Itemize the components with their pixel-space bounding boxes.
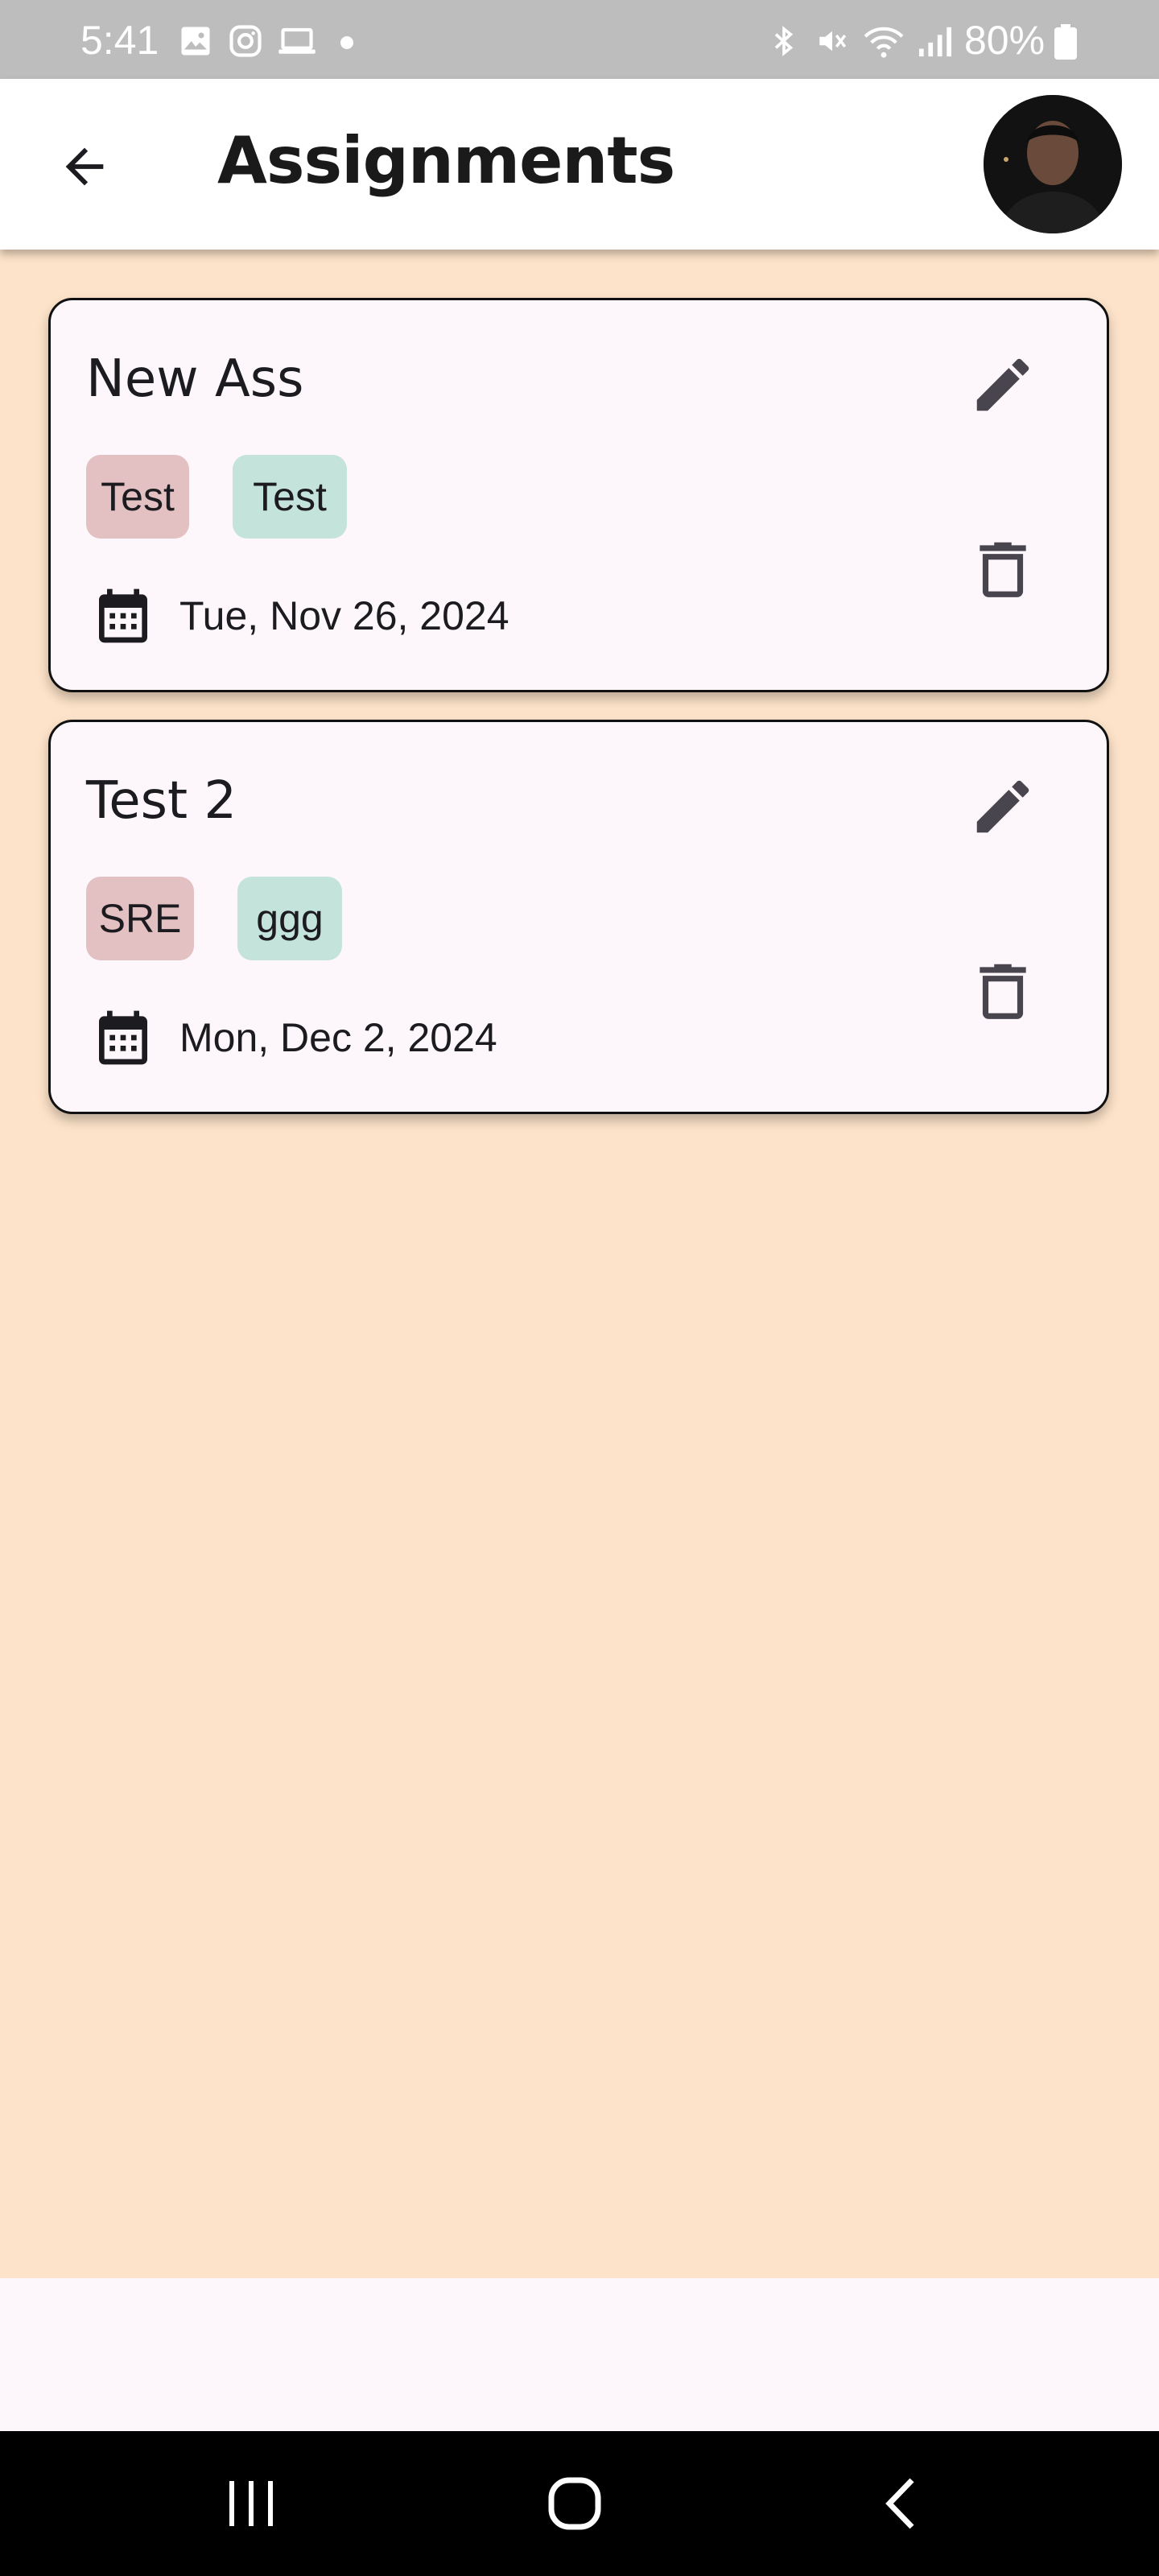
page-title: Assignments xyxy=(217,123,675,198)
app-bar: Assignments xyxy=(0,79,1159,250)
assignment-title: Test 2 xyxy=(86,771,237,831)
assignment-card[interactable]: Test 2 SRE ggg Mon, Dec 2, 2024 xyxy=(48,720,1109,1114)
trash-icon xyxy=(980,542,1026,597)
status-time: 5:41 xyxy=(80,18,159,63)
status-bar: 5:41 80% xyxy=(0,0,1159,79)
pencil-icon xyxy=(976,358,1029,411)
arrow-left-icon xyxy=(65,147,104,186)
avatar[interactable] xyxy=(984,95,1122,233)
instagram-icon xyxy=(229,24,262,62)
edit-button[interactable] xyxy=(951,754,1055,859)
system-back-button[interactable] xyxy=(852,2463,948,2544)
battery-icon xyxy=(1054,24,1077,64)
calendar-icon xyxy=(99,588,147,643)
due-date: Mon, Dec 2, 2024 xyxy=(179,1015,497,1060)
battery-percentage: 80% xyxy=(964,18,1046,63)
recent-apps-icon xyxy=(229,2481,273,2526)
wifi-icon xyxy=(861,24,906,62)
bluetooth-icon xyxy=(768,24,800,62)
due-date-row: Tue, Nov 26, 2024 xyxy=(91,584,509,648)
delete-button[interactable] xyxy=(951,938,1055,1042)
pencil-icon xyxy=(976,780,1029,833)
dot-icon xyxy=(340,35,354,54)
home-button[interactable] xyxy=(526,2463,623,2544)
assignment-tag: SRE xyxy=(86,877,194,960)
assignment-card[interactable]: New Ass Test Test Tue, Nov 26, 2024 xyxy=(48,298,1109,692)
mute-icon xyxy=(815,24,850,62)
edit-button[interactable] xyxy=(951,332,1055,437)
delete-button[interactable] xyxy=(951,516,1055,621)
due-date-row: Mon, Dec 2, 2024 xyxy=(91,1005,497,1070)
assignments-list: New Ass Test Test Tue, Nov 26, 2024 Test… xyxy=(0,250,1159,2278)
assignment-tag: ggg xyxy=(237,877,342,960)
system-nav-bar xyxy=(0,2431,1159,2576)
trash-icon xyxy=(980,964,1026,1019)
calendar-icon xyxy=(99,1010,147,1065)
back-icon xyxy=(885,2478,914,2529)
bottom-bar xyxy=(0,2278,1159,2431)
recent-apps-button[interactable] xyxy=(203,2463,299,2544)
back-button[interactable] xyxy=(40,122,129,211)
laptop-icon xyxy=(277,24,317,62)
signal-icon xyxy=(916,24,953,62)
assignment-title: New Ass xyxy=(86,349,304,409)
gallery-icon xyxy=(179,24,212,62)
assignment-tag: Test xyxy=(233,455,347,539)
assignment-tag: Test xyxy=(86,455,189,539)
home-icon xyxy=(548,2477,601,2530)
due-date: Tue, Nov 26, 2024 xyxy=(179,593,509,638)
